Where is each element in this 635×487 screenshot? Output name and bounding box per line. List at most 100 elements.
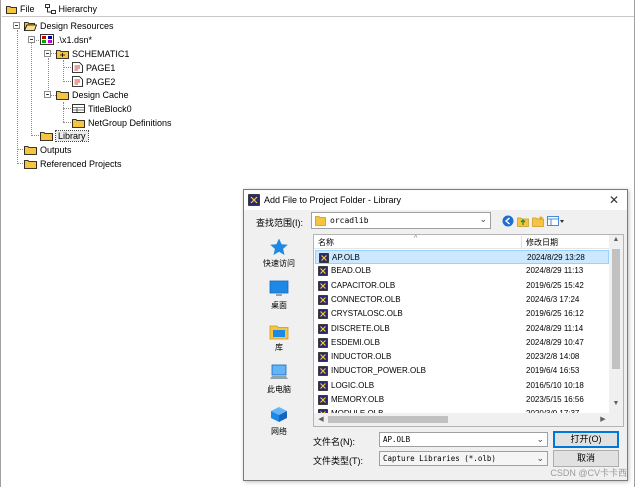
tree-item-titleblock0[interactable]: TitleBlock0	[72, 102, 132, 115]
tree-item-page2[interactable]: PAGE2	[72, 75, 115, 88]
place-this-pc[interactable]: 此电脑	[255, 364, 303, 395]
tree-item-design-cache[interactable]: Design Cache	[56, 88, 129, 101]
tree-item-label: PAGE2	[86, 76, 116, 87]
tree-item-design-resources[interactable]: Design Resources	[24, 19, 114, 32]
navigation-toolbar	[502, 214, 565, 228]
olb-file-icon	[318, 309, 328, 319]
file-modified-date: 2016/5/10 10:18	[526, 380, 584, 390]
file-modified-date: 2019/6/25 16:12	[526, 309, 584, 319]
tree-item-outputs[interactable]: Outputs	[24, 143, 72, 156]
file-row[interactable]: BEAD.OLB 2024/8/29 11:13	[315, 264, 609, 278]
schematic-folder-icon	[56, 49, 69, 59]
file-modified-date: 2024/8/29 11:13	[526, 266, 584, 276]
file-name: INDUCTOR.OLB	[331, 352, 392, 362]
tree-item-library[interactable]: Library	[40, 129, 89, 142]
filetype-select[interactable]: Capture Libraries (*.olb) ⌄	[379, 451, 548, 466]
folder-icon	[24, 159, 37, 169]
orcad-app-icon	[248, 194, 260, 206]
dialog-title-bar[interactable]: Add File to Project Folder - Library ✕	[244, 190, 627, 210]
scroll-right-icon[interactable]: ▶	[597, 413, 609, 426]
file-row[interactable]: INDUCTOR_POWER.OLB 2019/6/4 16:53	[315, 364, 609, 378]
column-header-name[interactable]: 名称	[318, 237, 334, 248]
place-libraries[interactable]: 库	[255, 322, 303, 353]
tree-item-label: NetGroup Definitions	[88, 117, 172, 128]
place-label: 网络	[271, 427, 287, 436]
file-modified-date: 2023/2/8 14:08	[526, 352, 580, 362]
place-quick-access[interactable]: 快速访问	[255, 238, 303, 269]
scrollbar-thumb[interactable]	[328, 416, 448, 423]
places-bar: 快速访问 桌面 库 此电脑 网络	[255, 234, 303, 437]
place-desktop[interactable]: 桌面	[255, 280, 303, 311]
filename-value: AP.OLB	[383, 435, 411, 444]
filename-input[interactable]: AP.OLB ⌄	[379, 432, 548, 447]
tree-item-referenced-projects[interactable]: Referenced Projects	[24, 157, 122, 170]
olb-file-icon	[318, 266, 328, 277]
folder-icon	[24, 145, 37, 155]
tree-item-label: PAGE1	[86, 62, 116, 73]
filetype-value: Capture Libraries (*.olb)	[383, 454, 496, 463]
scroll-down-icon[interactable]: ▼	[609, 400, 623, 412]
olb-file-icon	[318, 295, 328, 305]
back-icon[interactable]	[502, 215, 514, 227]
titleblock-icon	[72, 104, 85, 113]
place-label: 快速访问	[263, 259, 295, 268]
file-name: INDUCTOR_POWER.OLB	[331, 366, 426, 376]
sort-ascending-icon: ^	[414, 235, 418, 242]
file-row[interactable]: CRYSTALOSC.OLB 2019/6/25 16:12	[315, 307, 609, 321]
open-button[interactable]: 打开(O)	[553, 431, 619, 448]
file-row[interactable]: CAPACITOR.OLB 2019/6/25 15:42	[315, 279, 609, 293]
page-icon	[72, 62, 83, 73]
file-modified-date: 2024/8/29 11:14	[526, 323, 584, 333]
this-pc-icon	[270, 364, 288, 379]
tree-item-design-file[interactable]: .\x1.dsn*	[40, 33, 92, 46]
file-row[interactable]: LOGIC.OLB 2016/5/10 10:18	[315, 379, 609, 393]
look-in-label: 查找范围(I):	[256, 218, 303, 228]
file-name: BEAD.OLB	[331, 266, 372, 276]
place-label: 此电脑	[267, 385, 291, 394]
file-row[interactable]: INDUCTOR.OLB 2023/2/8 14:08	[315, 350, 609, 364]
column-header-modified[interactable]: 修改日期	[526, 237, 558, 248]
scroll-up-icon[interactable]: ▲	[609, 236, 623, 248]
place-label: 桌面	[271, 301, 287, 310]
place-network[interactable]: 网络	[255, 406, 303, 437]
scroll-left-icon[interactable]: ◀	[315, 413, 327, 426]
tree-item-page1[interactable]: PAGE1	[72, 61, 115, 74]
file-row[interactable]: AP.OLB 2024/8/29 13:28	[315, 250, 609, 264]
olb-file-icon	[319, 253, 329, 263]
tree-item-label: TitleBlock0	[88, 103, 132, 114]
look-in-dropdown[interactable]: orcadlib ⌄	[311, 212, 491, 229]
view-menu-icon[interactable]	[547, 215, 565, 227]
tree-item-schematic1[interactable]: SCHEMATIC1	[56, 47, 129, 60]
chevron-down-icon[interactable]: ⌄	[536, 433, 544, 446]
close-icon[interactable]: ✕	[607, 193, 621, 207]
collapse-toggle[interactable]	[13, 22, 20, 29]
file-list-header: 名称 ^ 修改日期	[314, 235, 610, 249]
folder-icon	[40, 131, 53, 141]
collapse-toggle[interactable]	[44, 91, 51, 98]
cancel-button[interactable]: 取消	[553, 450, 619, 467]
chevron-down-icon: ⌄	[479, 214, 487, 224]
horizontal-scrollbar[interactable]: ◀ ▶	[314, 413, 610, 426]
dialog-title: Add File to Project Folder - Library	[264, 195, 402, 205]
file-list[interactable]: 名称 ^ 修改日期 AP.OLB 2024/8/29 13:28 BEAD.OLB 2…	[313, 234, 624, 427]
file-row[interactable]: DISCRETE.OLB 2024/8/29 11:14	[315, 322, 609, 336]
olb-file-icon	[318, 395, 328, 405]
up-folder-icon[interactable]	[517, 215, 529, 227]
file-modified-date: 2019/6/4 16:53	[526, 366, 580, 376]
vertical-scrollbar[interactable]: ▲ ▼	[609, 235, 623, 413]
file-name: CONNECTOR.OLB	[331, 294, 401, 304]
olb-file-icon	[318, 337, 328, 348]
tree-item-label: Design Resources	[40, 20, 114, 31]
file-name: CAPACITOR.OLB	[331, 280, 396, 290]
collapse-toggle[interactable]	[44, 50, 51, 57]
tree-item-label: SCHEMATIC1	[72, 48, 130, 59]
file-row[interactable]: MEMORY.OLB 2023/5/15 16:56	[315, 393, 609, 407]
scrollbar-thumb[interactable]	[612, 249, 620, 369]
tree-item-netgroup-definitions[interactable]: NetGroup Definitions	[72, 116, 172, 129]
chevron-down-icon: ⌄	[536, 453, 544, 463]
new-folder-icon[interactable]	[532, 215, 544, 227]
file-row[interactable]: CONNECTOR.OLB 2024/6/3 17:24	[315, 293, 609, 307]
file-row[interactable]: ESDEMI.OLB 2024/8/29 10:47	[315, 336, 609, 350]
collapse-toggle[interactable]	[28, 36, 35, 43]
file-name: CRYSTALOSC.OLB	[331, 309, 403, 319]
